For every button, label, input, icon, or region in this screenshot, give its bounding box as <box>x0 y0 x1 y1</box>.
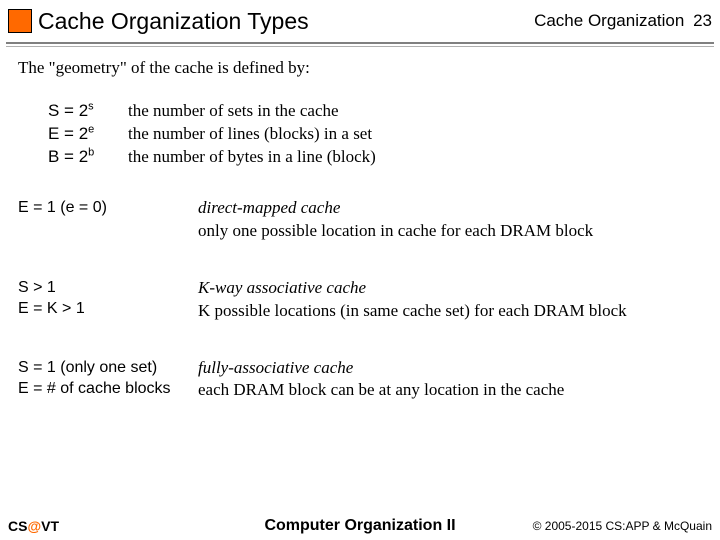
geometry-symbol: S = 2s <box>48 100 128 123</box>
geometry-desc: the number of bytes in a line (block) <box>128 146 702 169</box>
intro-text: The "geometry" of the cache is defined b… <box>18 57 702 80</box>
case-condition: E = 1 (e = 0) <box>18 197 198 243</box>
footer: CS@VT Computer Organization II © 2005-20… <box>0 518 720 534</box>
geometry-symbol: E = 2e <box>48 123 128 146</box>
divider <box>6 42 714 44</box>
geometry-desc: the number of sets in the cache <box>128 100 702 123</box>
footer-left: CS@VT <box>8 518 59 534</box>
case-name: direct-mapped cache <box>198 197 702 220</box>
geometry-row: E = 2e the number of lines (blocks) in a… <box>48 123 702 146</box>
case-name: K-way associative cache <box>198 277 702 300</box>
page-number: 23 <box>693 11 712 30</box>
geometry-desc: the number of lines (blocks) in a set <box>128 123 702 146</box>
case-detail: each DRAM block can be at any location i… <box>198 379 702 402</box>
page-title: Cache Organization Types <box>38 8 534 35</box>
case-detail: K possible locations (in same cache set)… <box>198 300 702 323</box>
header-context: Cache Organization 23 <box>534 11 712 31</box>
case-name: fully-associative cache <box>198 357 702 380</box>
case-condition: S > 1 E = K > 1 <box>18 277 198 323</box>
cases-list: E = 1 (e = 0) direct-mapped cache only o… <box>18 197 702 403</box>
case-row: S = 1 (only one set) E = # of cache bloc… <box>18 357 702 403</box>
case-detail: only one possible location in cache for … <box>198 220 702 243</box>
geometry-row: B = 2b the number of bytes in a line (bl… <box>48 146 702 169</box>
geometry-list: S = 2s the number of sets in the cache E… <box>48 100 702 169</box>
header: Cache Organization Types Cache Organizat… <box>0 0 720 42</box>
header-section-label: Cache Organization <box>534 11 684 30</box>
body: The "geometry" of the cache is defined b… <box>0 47 720 402</box>
geometry-row: S = 2s the number of sets in the cache <box>48 100 702 123</box>
case-description: K-way associative cache K possible locat… <box>198 277 702 323</box>
case-condition: S = 1 (only one set) E = # of cache bloc… <box>18 357 198 403</box>
geometry-symbol: B = 2b <box>48 146 128 169</box>
case-row: S > 1 E = K > 1 K-way associative cache … <box>18 277 702 323</box>
footer-right: © 2005-2015 CS:APP & McQuain <box>533 519 712 533</box>
case-description: direct-mapped cache only one possible lo… <box>198 197 702 243</box>
case-row: E = 1 (e = 0) direct-mapped cache only o… <box>18 197 702 243</box>
case-description: fully-associative cache each DRAM block … <box>198 357 702 403</box>
slide: Cache Organization Types Cache Organizat… <box>0 0 720 540</box>
footer-center: Computer Organization II <box>264 517 455 535</box>
accent-square-icon <box>8 9 32 33</box>
